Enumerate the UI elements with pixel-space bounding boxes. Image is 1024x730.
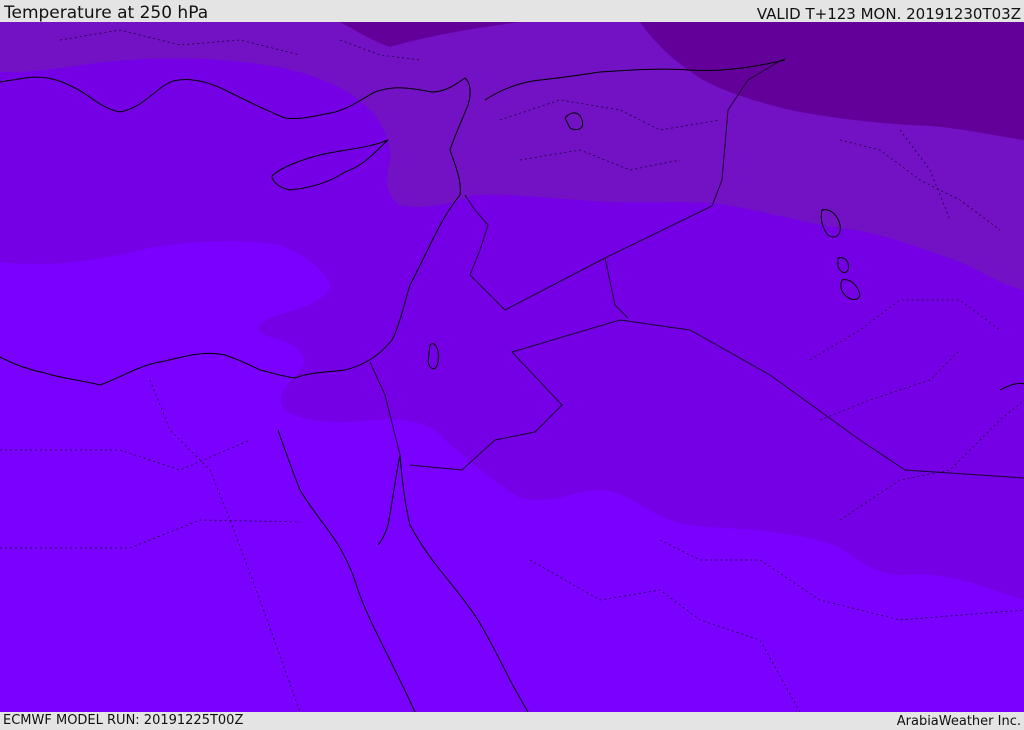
credit: ArabiaWeather Inc. bbox=[896, 714, 1021, 729]
top-bar: Temperature at 250 hPa VALID T+123 MON. … bbox=[0, 0, 1024, 23]
valid-time: VALID T+123 MON. 20191230T03Z bbox=[756, 5, 1021, 23]
bottom-bar: ECMWF MODEL RUN: 20191225T00Z ArabiaWeat… bbox=[0, 712, 1024, 729]
temperature-map bbox=[0, 22, 1024, 712]
model-run: ECMWF MODEL RUN: 20191225T00Z bbox=[3, 713, 244, 728]
map-title: Temperature at 250 hPa bbox=[4, 3, 209, 23]
